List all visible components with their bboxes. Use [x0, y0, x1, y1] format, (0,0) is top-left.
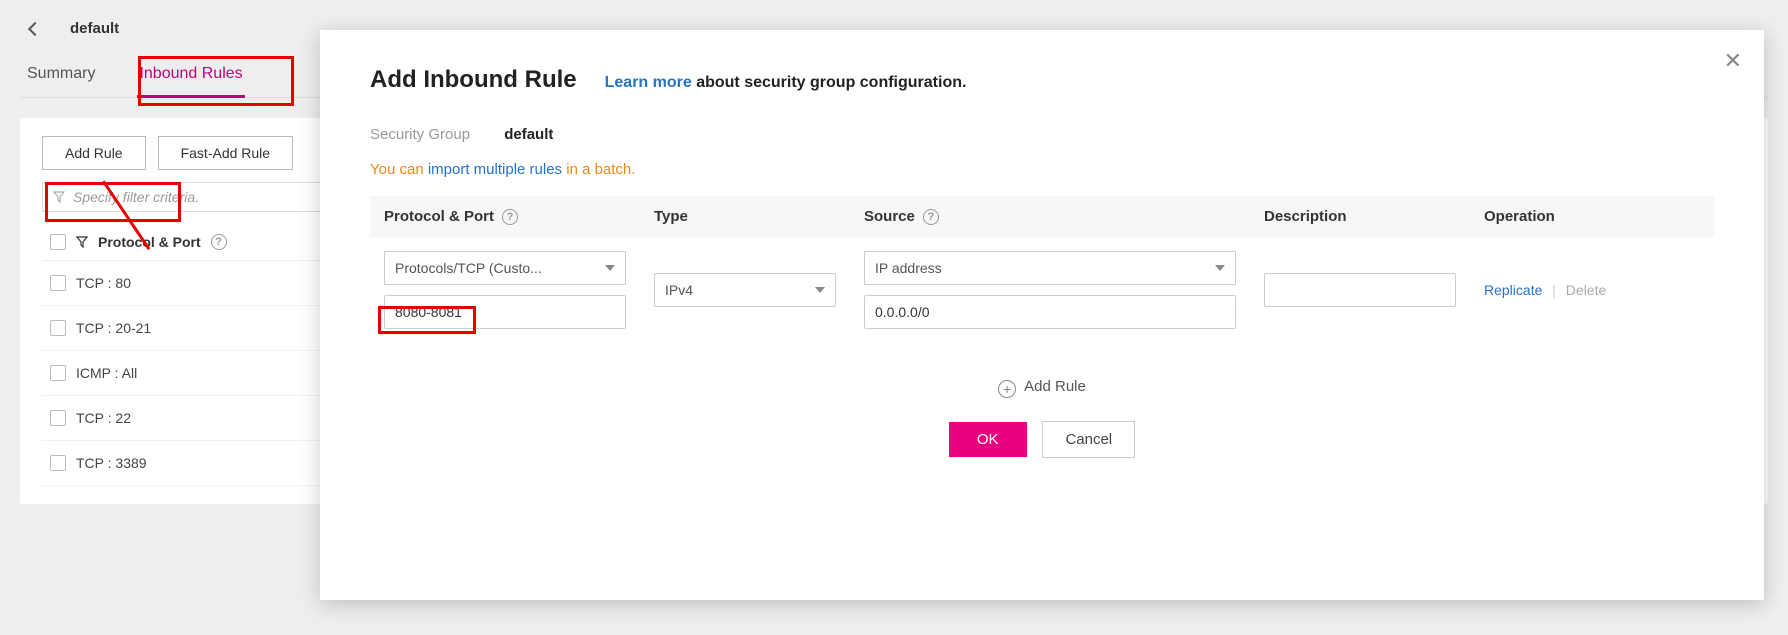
- list-row-label: TCP : 80: [76, 275, 131, 291]
- type-select-value: IPv4: [665, 282, 693, 298]
- help-icon[interactable]: ?: [502, 209, 518, 225]
- help-icon[interactable]: ?: [923, 209, 939, 225]
- add-rule-row[interactable]: + Add Rule: [370, 377, 1714, 395]
- th-operation: Operation: [1470, 196, 1714, 237]
- fast-add-rule-button[interactable]: Fast-Add Rule: [158, 136, 293, 170]
- add-rule-button[interactable]: Add Rule: [42, 136, 146, 170]
- list-row-label: ICMP : All: [76, 365, 137, 381]
- rule-row: Protocols/TCP (Custo... IPv4 IP address: [370, 237, 1714, 337]
- th-source-label: Source: [864, 208, 915, 225]
- close-icon[interactable]: ✕: [1724, 48, 1742, 74]
- rules-table: Protocol & Port ? Type Source ? Descript…: [370, 196, 1714, 337]
- learn-more-tail: about security group configuration.: [692, 74, 967, 91]
- security-group-label: Security Group: [370, 126, 470, 143]
- list-row-label: TCP : 3389: [76, 455, 147, 471]
- learn-more-text: Learn more about security group configur…: [605, 74, 967, 92]
- tab-inbound-rules[interactable]: Inbound Rules: [137, 57, 244, 97]
- breadcrumb-title: default: [70, 20, 119, 37]
- chevron-down-icon: [815, 287, 825, 293]
- row-checkbox[interactable]: [50, 275, 66, 291]
- learn-more-link[interactable]: Learn more: [605, 74, 692, 91]
- port-input[interactable]: [384, 295, 626, 329]
- row-checkbox[interactable]: [50, 365, 66, 381]
- protocol-select-value: Protocols/TCP (Custo...: [395, 260, 542, 276]
- list-row-label: TCP : 20-21: [76, 320, 151, 336]
- chevron-down-icon: [1215, 265, 1225, 271]
- hint-post: in a batch.: [562, 161, 635, 178]
- security-group-value: default: [504, 126, 553, 143]
- list-row-label: TCP : 22: [76, 410, 131, 426]
- list-header-label: Protocol & Port: [98, 234, 201, 250]
- tab-summary[interactable]: Summary: [25, 57, 97, 97]
- source-type-value: IP address: [875, 260, 942, 276]
- plus-icon: +: [998, 380, 1016, 398]
- import-multiple-rules-link[interactable]: import multiple rules: [428, 161, 562, 178]
- hint-pre: You can: [370, 161, 428, 178]
- description-input[interactable]: [1264, 273, 1456, 307]
- row-checkbox[interactable]: [50, 320, 66, 336]
- source-type-select[interactable]: IP address: [864, 251, 1236, 285]
- replicate-link[interactable]: Replicate: [1484, 282, 1542, 298]
- th-protocol: Protocol & Port ?: [370, 196, 640, 237]
- chevron-down-icon: [605, 265, 615, 271]
- row-checkbox[interactable]: [50, 455, 66, 471]
- modal-title-row: Add Inbound Rule Learn more about securi…: [370, 66, 1714, 94]
- op-separator: |: [1552, 282, 1556, 298]
- add-rule-label: Add Rule: [1024, 378, 1086, 395]
- type-select[interactable]: IPv4: [654, 273, 836, 307]
- delete-link: Delete: [1566, 282, 1606, 298]
- th-description: Description: [1250, 196, 1470, 237]
- select-all-checkbox[interactable]: [50, 234, 66, 250]
- help-icon[interactable]: ?: [211, 234, 227, 250]
- filter-icon: [53, 191, 65, 203]
- add-inbound-rule-modal: ✕ Add Inbound Rule Learn more about secu…: [320, 30, 1764, 600]
- modal-title: Add Inbound Rule: [370, 66, 577, 94]
- row-checkbox[interactable]: [50, 410, 66, 426]
- filter-placeholder: Specify filter criteria.: [73, 189, 199, 205]
- security-group-row: Security Group default: [370, 126, 1714, 143]
- ok-button[interactable]: OK: [949, 422, 1027, 457]
- th-type: Type: [640, 196, 850, 237]
- source-input[interactable]: [864, 295, 1236, 329]
- column-filter-icon[interactable]: [76, 236, 88, 248]
- import-hint: You can import multiple rules in a batch…: [370, 161, 1714, 178]
- th-source: Source ?: [850, 196, 1250, 237]
- modal-actions: OK Cancel: [370, 421, 1714, 458]
- cancel-button[interactable]: Cancel: [1042, 421, 1135, 458]
- back-chevron-icon[interactable]: [28, 21, 42, 35]
- th-protocol-label: Protocol & Port: [384, 208, 494, 225]
- protocol-select[interactable]: Protocols/TCP (Custo...: [384, 251, 626, 285]
